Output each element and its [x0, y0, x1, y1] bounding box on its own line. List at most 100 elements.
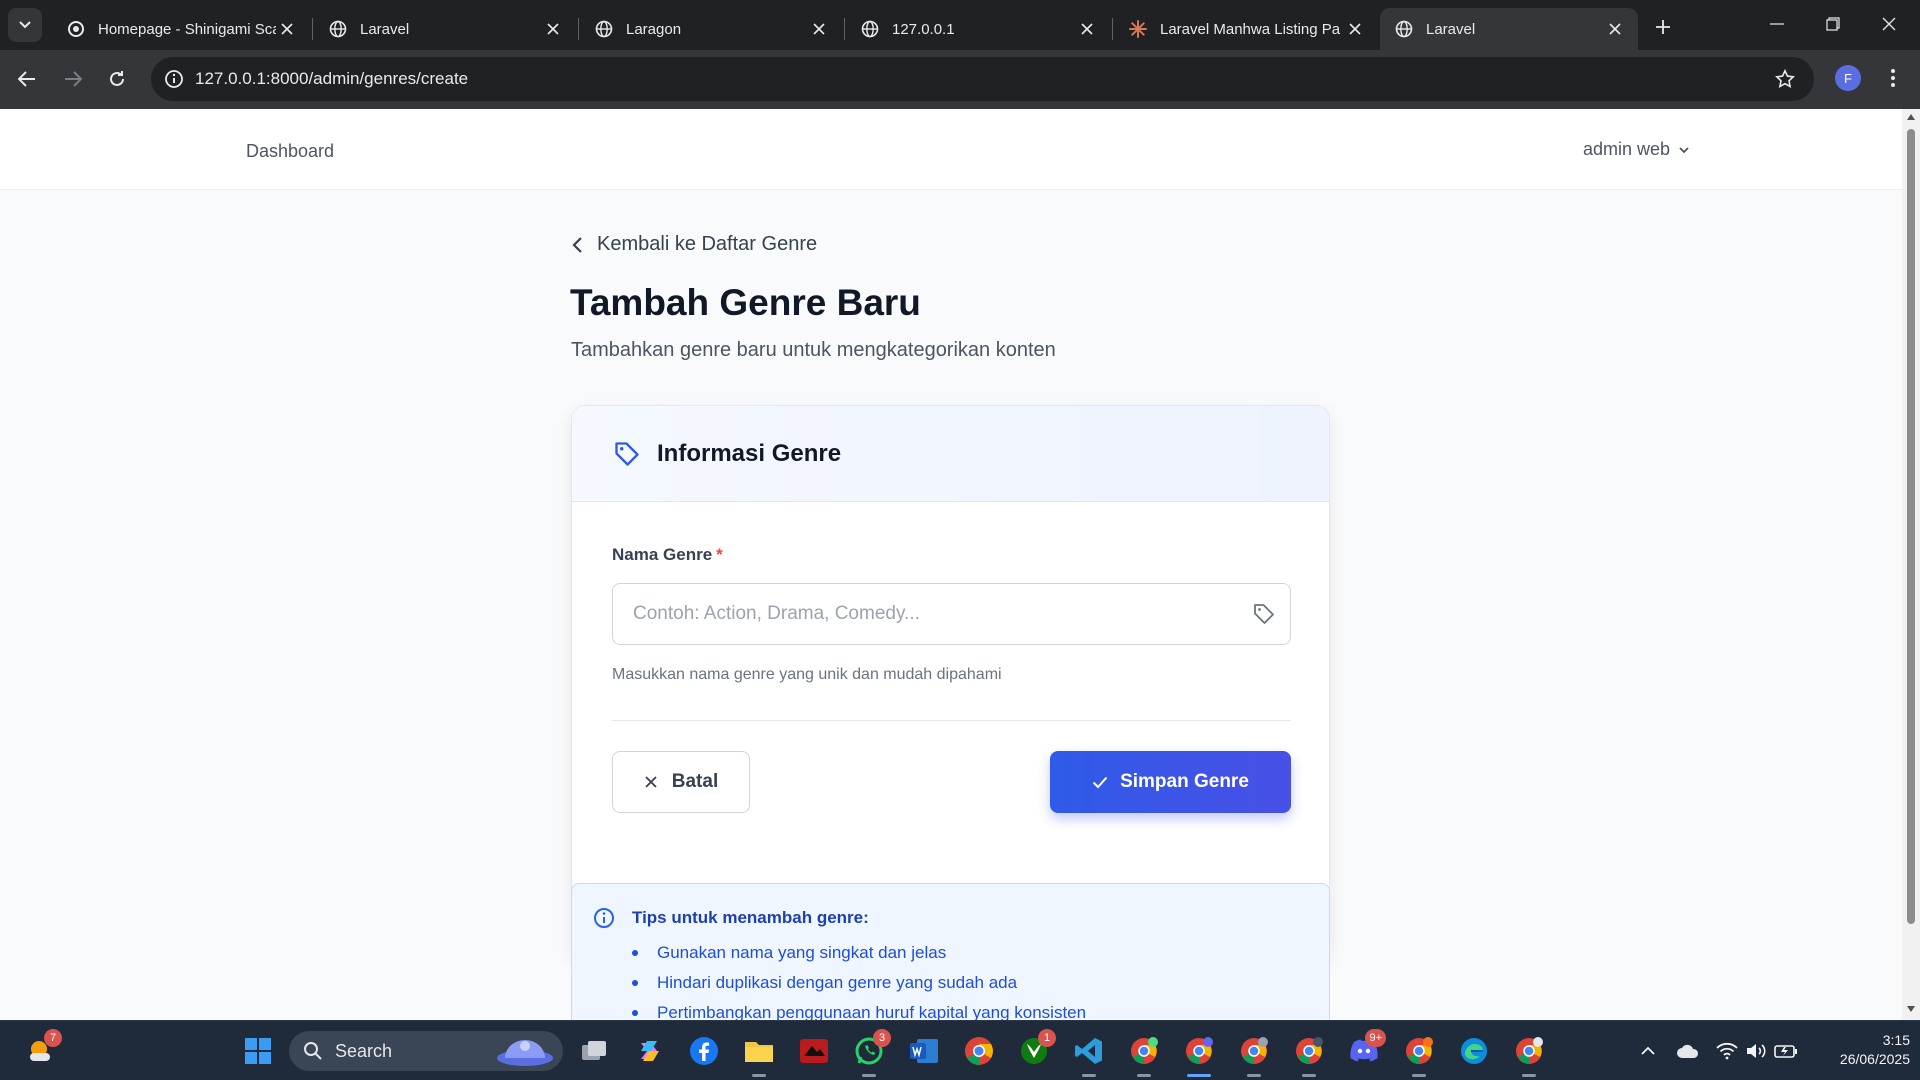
genre-form-card: Informasi Genre Nama Genre* Masukkan nam… [571, 405, 1330, 961]
whatsapp-app[interactable]: 3 [849, 1029, 891, 1077]
chrome-profile-app-5[interactable] [1509, 1031, 1549, 1077]
weather-badge: 7 [44, 1029, 62, 1047]
tab-claude[interactable]: Laravel Manhwa Listing Pa [1114, 8, 1378, 50]
card-title: Informasi Genre [657, 439, 842, 467]
search-highlight-icon [497, 1040, 553, 1066]
tab-title: 127.0.0.1 [892, 20, 955, 38]
profile-avatar[interactable]: F [1835, 65, 1861, 91]
forward-button[interactable] [56, 62, 90, 96]
system-clock[interactable]: 3:15 26/06/2025 [1810, 1031, 1910, 1069]
new-tab-button[interactable] [1648, 12, 1678, 42]
field-help-text: Masukkan nama genre yang unik dan mudah … [612, 666, 1002, 683]
scrollbar-thumb[interactable] [1907, 129, 1915, 924]
required-mark: * [716, 545, 723, 564]
windows-taskbar: 7 Search 3 1 9+ 3:15 26/06/2025 [0, 1020, 1920, 1080]
copilot-button[interactable] [629, 1031, 669, 1071]
genre-name-label-text: Nama Genre [612, 545, 713, 564]
tab-separator [1112, 18, 1113, 40]
battery-icon[interactable] [1774, 1040, 1798, 1062]
running-indicator [1302, 1074, 1316, 1077]
word-app[interactable] [904, 1031, 944, 1071]
back-link-label: Kembali ke Daftar Genre [597, 233, 818, 255]
start-button[interactable] [238, 1031, 278, 1071]
tips-item: Gunakan nama yang singkat dan jelas [632, 938, 1086, 968]
facebook-app[interactable] [684, 1031, 724, 1071]
url-text[interactable]: 127.0.0.1:8000/admin/genres/create [195, 69, 1768, 89]
tab-separator [578, 18, 579, 40]
task-view-icon [582, 1041, 606, 1060]
tab-laravel-1[interactable]: Laravel [314, 8, 576, 50]
chrome-profile-app[interactable] [1124, 1031, 1164, 1077]
volume-icon[interactable] [1745, 1040, 1767, 1062]
chrome-profile-app-active[interactable] [1179, 1031, 1219, 1077]
user-menu-dropdown[interactable]: admin web [1583, 139, 1690, 160]
reload-icon [110, 71, 124, 86]
game-app[interactable] [794, 1031, 834, 1071]
back-button[interactable] [10, 62, 44, 96]
minimize-button[interactable] [1754, 8, 1800, 40]
running-indicator [1522, 1074, 1536, 1077]
restore-button[interactable] [1810, 8, 1856, 40]
xbox-badge: 1 [1038, 1029, 1056, 1047]
chrome-profile-app-2[interactable] [1234, 1031, 1274, 1077]
close-tab-icon[interactable] [542, 18, 564, 40]
close-tab-icon[interactable] [808, 18, 830, 40]
onedrive-icon[interactable] [1675, 1040, 1701, 1062]
clock-date: 26/06/2025 [1839, 1051, 1910, 1067]
vscode-icon [1075, 1038, 1102, 1064]
tab-laravel-active[interactable]: Laravel [1380, 8, 1638, 50]
chrome-profile-app-4[interactable] [1399, 1031, 1439, 1077]
tab-separator [844, 18, 845, 40]
page-scrollbar[interactable] [1902, 109, 1920, 1020]
restore-icon [1826, 17, 1840, 31]
tab-title: Laravel [1426, 20, 1476, 38]
browser-menu-button[interactable] [1880, 62, 1906, 94]
chrome-app[interactable] [959, 1031, 999, 1071]
search-icon [304, 1042, 322, 1060]
task-view-button[interactable] [574, 1031, 614, 1071]
close-tab-icon[interactable] [1076, 18, 1098, 40]
globe-icon [860, 19, 880, 39]
chrome-profile-app-3[interactable] [1289, 1031, 1329, 1077]
xbox-app[interactable]: 1 [1014, 1029, 1056, 1071]
more-vertical-icon [1891, 69, 1895, 87]
vscode-app[interactable] [1069, 1031, 1109, 1077]
discord-app[interactable]: 9+ [1344, 1029, 1386, 1071]
tab-shinigami[interactable]: Homepage - Shinigami Sca [52, 8, 310, 50]
tab-title: Laravel [360, 20, 410, 38]
back-to-genre-list-link[interactable]: Kembali ke Daftar Genre [571, 233, 817, 256]
tab-search-button[interactable] [8, 8, 42, 42]
nav-link-dashboard[interactable]: Dashboard [246, 141, 334, 162]
site-info-icon[interactable] [163, 68, 185, 90]
bookmark-star-icon[interactable] [1768, 62, 1802, 96]
globe-icon [1394, 19, 1414, 39]
tips-item: Hindari duplikasi dengan genre yang suda… [632, 968, 1086, 998]
tab-laragon[interactable]: Laragon [580, 8, 842, 50]
close-tab-icon[interactable] [1344, 18, 1366, 40]
reload-button[interactable] [100, 62, 134, 96]
cancel-button[interactable]: Batal [612, 751, 750, 813]
chrome-icon [1296, 1037, 1323, 1064]
tag-icon [613, 440, 641, 468]
genre-name-input[interactable] [613, 584, 1233, 644]
tips-list: Gunakan nama yang singkat dan jelas Hind… [632, 938, 1086, 1020]
chrome-icon [1241, 1037, 1268, 1064]
weather-widget[interactable]: 7 [20, 1029, 62, 1071]
close-window-button[interactable] [1866, 8, 1912, 40]
shinigami-icon [66, 19, 86, 39]
wifi-icon[interactable] [1716, 1040, 1738, 1062]
clock-time: 3:15 [1882, 1032, 1910, 1048]
show-hidden-icons-button[interactable] [1638, 1040, 1658, 1062]
edge-app[interactable] [1454, 1031, 1494, 1071]
discord-badge: 9+ [1365, 1029, 1386, 1047]
address-bar[interactable]: 127.0.0.1:8000/admin/genres/create [151, 57, 1814, 101]
save-genre-button[interactable]: Simpan Genre [1050, 751, 1291, 813]
taskbar-search[interactable]: Search [289, 1031, 563, 1071]
chevron-left-icon [572, 236, 582, 253]
tab-localhost[interactable]: 127.0.0.1 [846, 8, 1110, 50]
scroll-up-arrow-icon [1907, 114, 1915, 120]
close-tab-icon[interactable] [276, 18, 298, 40]
close-tab-icon[interactable] [1604, 18, 1626, 40]
file-explorer-app[interactable] [739, 1031, 779, 1077]
divider [612, 720, 1291, 721]
